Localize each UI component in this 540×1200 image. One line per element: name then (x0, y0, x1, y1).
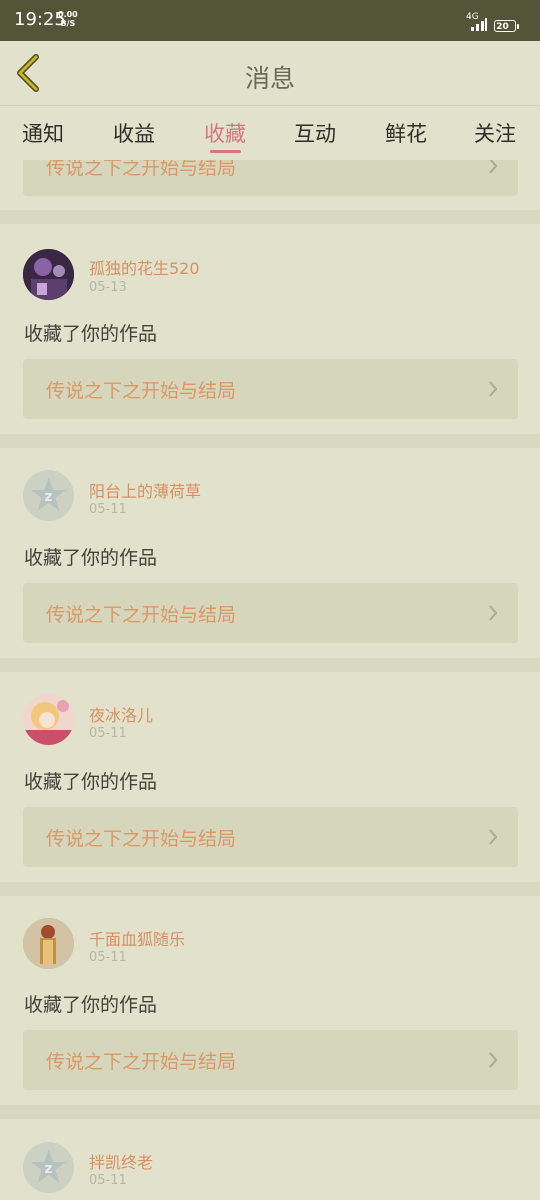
list-item: z 拌凯终老 05-11 (0, 1119, 540, 1200)
default-avatar-icon: z (23, 1142, 74, 1193)
network-speed-unit: B/S (60, 19, 76, 28)
list-item: z 阳台上的薄荷草 05-11 收藏了你的作品 传说之下之开始与结局 (0, 448, 540, 658)
username[interactable]: 夜冰洛儿 (89, 702, 153, 726)
avatar[interactable] (23, 694, 74, 745)
work-title: 传说之下之开始与结局 (46, 1051, 237, 1073)
svg-text:z: z (44, 489, 52, 505)
list-separator (0, 434, 540, 448)
tab-earnings[interactable]: 收益 (113, 118, 155, 148)
work-link[interactable]: 传说之下之开始与结局 (23, 807, 518, 867)
work-link[interactable]: 传说之下之开始与结局 (23, 359, 518, 419)
work-title: 传说之下之开始与结局 (46, 380, 237, 402)
avatar[interactable] (23, 918, 74, 969)
work-title: 传说之下之开始与结局 (46, 828, 237, 850)
list-separator (0, 882, 540, 896)
chevron-right-icon (489, 160, 498, 174)
active-tab-indicator (210, 150, 241, 153)
action-text: 收藏了你的作品 (24, 994, 158, 1016)
tab-bar: 通知 收益 收藏 互动 鲜花 关注 (0, 106, 540, 160)
tab-following[interactable]: 关注 (474, 118, 516, 148)
network-speed-value: 0.00 (58, 10, 78, 19)
list-item: 千面血狐随乐 05-11 收藏了你的作品 传说之下之开始与结局 (0, 896, 540, 1105)
work-link[interactable]: 传说之下之开始与结局 (23, 583, 518, 643)
work-link[interactable]: 传说之下之开始与结局 (23, 160, 518, 196)
svg-text:z: z (44, 1161, 52, 1177)
username[interactable]: 千面血狐随乐 (89, 926, 185, 950)
page-title: 消息 (244, 64, 295, 93)
chevron-right-icon (489, 605, 498, 621)
list-separator (0, 658, 540, 672)
app-header: 消息 (0, 41, 540, 105)
avatar-image (23, 249, 74, 300)
avatar[interactable]: z (23, 470, 74, 521)
date: 05-11 (89, 950, 127, 965)
work-link[interactable]: 传说之下之开始与结局 (23, 1030, 518, 1090)
action-text: 收藏了你的作品 (24, 547, 158, 569)
list-item: 夜冰洛儿 05-11 收藏了你的作品 传说之下之开始与结局 (0, 672, 540, 882)
date: 05-11 (89, 1173, 127, 1188)
action-text: 收藏了你的作品 (24, 771, 158, 793)
date: 05-11 (89, 726, 127, 741)
avatar-image (23, 694, 74, 745)
list-separator (0, 210, 540, 224)
date: 05-13 (89, 280, 127, 295)
tab-favorites[interactable]: 收藏 (204, 118, 246, 148)
avatar-image (23, 918, 74, 969)
list-item: 孤独的花生520 05-13 收藏了你的作品 传说之下之开始与结局 (0, 224, 540, 434)
date: 05-11 (89, 502, 127, 517)
status-bar: 19:25 0.00 B/S 4G 20 (0, 0, 540, 41)
work-title: 传说之下之开始与结局 (46, 604, 237, 626)
tab-flowers[interactable]: 鲜花 (385, 118, 427, 148)
favorites-list: 传说之下之开始与结局 孤独的花生520 05-13 收藏了你的作品 传说之下之开… (0, 160, 540, 1200)
username[interactable]: 阳台上的薄荷草 (89, 478, 201, 502)
chevron-right-icon (489, 829, 498, 845)
chevron-right-icon (489, 1052, 498, 1068)
default-avatar-icon: z (23, 470, 74, 521)
username[interactable]: 拌凯终老 (89, 1149, 153, 1173)
action-text: 收藏了你的作品 (24, 323, 158, 345)
avatar[interactable]: z (23, 1142, 74, 1193)
network-speed: 0.00 B/S (58, 10, 78, 28)
signal-icon (471, 18, 487, 31)
list-separator (0, 1105, 540, 1119)
tab-interactions[interactable]: 互动 (294, 118, 336, 148)
chevron-right-icon (489, 381, 498, 397)
work-title: 传说之下之开始与结局 (46, 160, 237, 179)
battery-icon: 20 (494, 20, 519, 32)
username[interactable]: 孤独的花生520 (89, 255, 200, 279)
tab-notifications[interactable]: 通知 (22, 118, 64, 148)
avatar[interactable] (23, 249, 74, 300)
